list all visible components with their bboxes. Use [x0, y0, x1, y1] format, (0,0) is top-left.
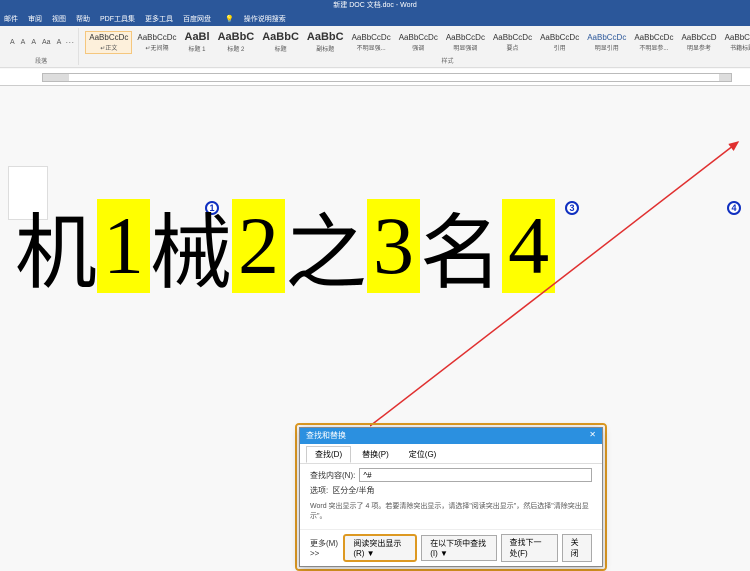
styles-gallery[interactable]: AaBbCcDc↵正文AaBbCcDc↵无间隔AaBl标题 1AaBbC标题 2… [85, 28, 750, 56]
font-group: A A A Aa A ⋯ 段落 [4, 28, 79, 65]
dialog-title: 查找和替换 [306, 430, 346, 442]
style-item[interactable]: AaBbCcDc不明显强... [349, 32, 394, 53]
change-case-btn[interactable]: Aa [40, 38, 53, 47]
styles-label: 样式 [442, 56, 454, 65]
more-button[interactable]: 更多(M) >> [310, 538, 343, 558]
style-item[interactable]: AaBbCcDc↵无间隔 [134, 32, 179, 53]
dialog-tabs: 查找(D) 替换(P) 定位(G) [300, 444, 602, 464]
styles-group: AaBbCcDc↵正文AaBbCcDc↵无间隔AaBl标题 1AaBbC标题 2… [81, 28, 750, 65]
tab-goto[interactable]: 定位(G) [400, 446, 446, 463]
chinese-char[interactable]: 之 [285, 186, 367, 305]
menu-pdf[interactable]: PDF工具集 [100, 14, 135, 24]
chinese-char[interactable]: 名 [420, 186, 502, 305]
paragraph-label: 段落 [35, 56, 47, 65]
font-color-btn[interactable]: A [8, 38, 17, 47]
document-area[interactable]: 1 2 3 4 机1械2之3名4 查找和替换 ✕ 查找(D) 替换(P) 定位(… [0, 86, 750, 506]
reading-highlight-button[interactable]: 阅读突出显示(R) ▼ [343, 534, 417, 562]
lightbulb-icon: 💡 [225, 15, 234, 23]
font-grow-btn[interactable]: A [19, 38, 28, 47]
tab-find[interactable]: 查找(D) [306, 446, 351, 463]
highlighted-digit[interactable]: 2 [232, 199, 285, 293]
menu-review[interactable]: 审阅 [28, 14, 42, 24]
menu-help[interactable]: 帮助 [76, 14, 90, 24]
highlighted-digit[interactable]: 4 [502, 199, 555, 293]
highlighted-digit[interactable]: 3 [367, 199, 420, 293]
chinese-char[interactable]: 机 [15, 186, 97, 305]
style-item[interactable]: AaBl标题 1 [182, 30, 213, 54]
menu-view[interactable]: 视图 [52, 14, 66, 24]
find-replace-dialog: 查找和替换 ✕ 查找(D) 替换(P) 定位(G) 查找内容(N): 选项: 区… [299, 427, 603, 567]
style-item[interactable]: AaBbCcDc↵正文 [85, 31, 132, 54]
style-item[interactable]: AaBbCcD明显参考 [678, 32, 719, 53]
find-label: 查找内容(N): [310, 470, 355, 481]
style-item[interactable]: AaBbCcDc明显引用 [584, 32, 629, 53]
style-item[interactable]: AaBbCcDc不明显参... [631, 32, 676, 53]
menu-more[interactable]: 更多工具 [145, 14, 173, 24]
find-next-button[interactable]: 查找下一处(F) [501, 534, 558, 562]
tell-me[interactable]: 操作说明搜索 [244, 14, 286, 24]
title-bar: 新建 DOC 文档.doc - Word [0, 0, 750, 12]
tab-replace[interactable]: 替换(P) [353, 446, 398, 463]
find-input[interactable] [359, 468, 592, 482]
dialog-titlebar[interactable]: 查找和替换 ✕ [300, 428, 602, 444]
close-button[interactable]: 关闭 [562, 534, 592, 562]
style-item[interactable]: AaBbCcDc要点 [490, 32, 535, 53]
dialog-footer: 更多(M) >> 阅读突出显示(R) ▼ 在以下项中查找(I) ▼ 查找下一处(… [300, 529, 602, 566]
menu-mail[interactable]: 邮件 [4, 14, 18, 24]
style-item[interactable]: AaBbCcDc明显强调 [443, 32, 488, 53]
style-item[interactable]: AaBbCcD书籍标题 [722, 32, 750, 53]
dialog-message: Word 突出显示了 4 项。若要清除突出显示，请选择"阅读突出显示"，然后选择… [310, 502, 592, 522]
menu-baidu[interactable]: 百度网盘 [183, 14, 211, 24]
clear-format-btn[interactable]: A [55, 38, 64, 47]
close-icon[interactable]: ✕ [589, 430, 596, 442]
menu-bar: 邮件 审阅 视图 帮助 PDF工具集 更多工具 百度网盘 💡 操作说明搜索 [0, 12, 750, 26]
paragraph-dialog-icon[interactable]: ⋯ [65, 37, 74, 48]
style-item[interactable]: AaBbCcDc强调 [396, 32, 441, 53]
chinese-char[interactable]: 械 [150, 186, 232, 305]
style-item[interactable]: AaBbC副标题 [304, 30, 347, 54]
dialog-body: 查找内容(N): 选项: 区分全/半角 Word 突出显示了 4 项。若要清除突… [300, 464, 602, 529]
font-shrink-btn[interactable]: A [29, 38, 38, 47]
ruler[interactable] [0, 69, 750, 86]
highlighted-digit[interactable]: 1 [97, 199, 150, 293]
ribbon: A A A Aa A ⋯ 段落 AaBbCcDc↵正文AaBbCcDc↵无间隔A… [0, 26, 750, 68]
style-item[interactable]: AaBbCcDc引用 [537, 32, 582, 53]
dialog-highlight-box: 查找和替换 ✕ 查找(D) 替换(P) 定位(G) 查找内容(N): 选项: 区… [295, 423, 607, 571]
options-value: 区分全/半角 [332, 485, 374, 496]
options-label: 选项: [310, 485, 328, 496]
document-content[interactable]: 机1械2之3名4 [15, 186, 750, 305]
style-item[interactable]: AaBbC标题 2 [215, 30, 258, 54]
find-in-button[interactable]: 在以下项中查找(I) ▼ [421, 535, 496, 561]
style-item[interactable]: AaBbC标题 [259, 30, 302, 54]
